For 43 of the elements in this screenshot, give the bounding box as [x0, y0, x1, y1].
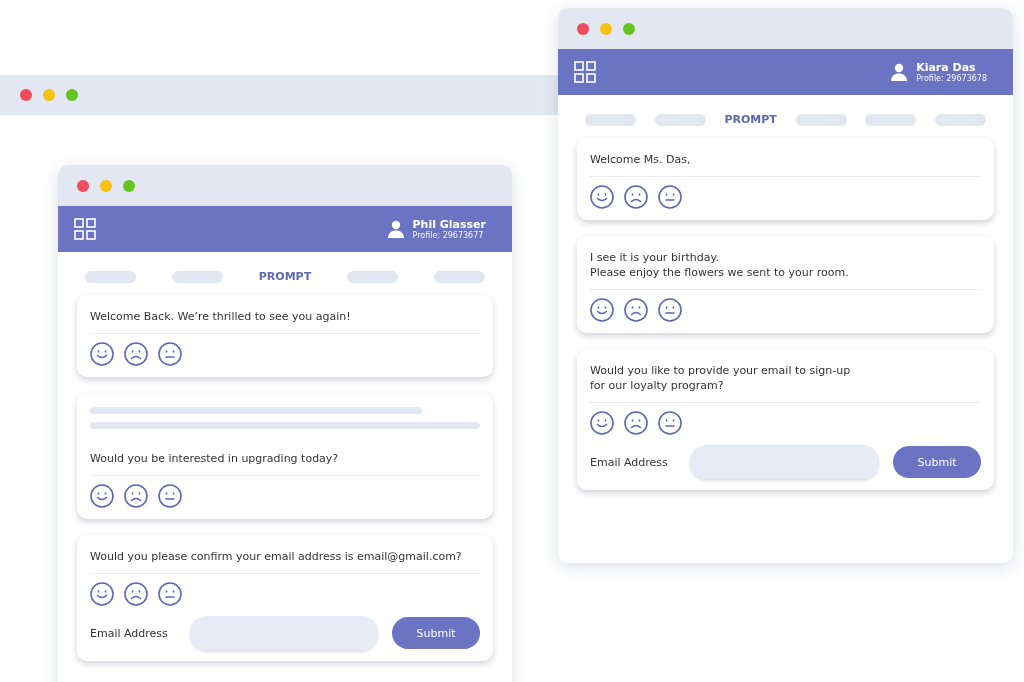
email-field[interactable]: [190, 616, 378, 650]
neutral-face-icon[interactable]: [658, 411, 682, 435]
frown-icon[interactable]: [124, 342, 148, 366]
prompt-text: Welcome Ms. Das,: [590, 148, 981, 177]
smile-icon[interactable]: [90, 342, 114, 366]
frown-icon[interactable]: [624, 298, 648, 322]
tab[interactable]: PROMPT: [724, 113, 777, 126]
frown-icon[interactable]: [124, 582, 148, 606]
window-control-icon[interactable]: [77, 179, 89, 192]
user-name: Phil Glasser: [412, 218, 486, 231]
submit-button[interactable]: Submit: [392, 617, 480, 649]
smile-icon[interactable]: [90, 484, 114, 508]
smile-icon[interactable]: [590, 298, 614, 322]
profile-id: Profile: 29673677: [412, 231, 485, 240]
neutral-face-icon[interactable]: [158, 582, 182, 606]
prompt-text: Would you like to provide your email to sign-up for our loyalty program?: [590, 359, 981, 403]
frown-icon[interactable]: [124, 484, 148, 508]
smile-icon[interactable]: [590, 411, 614, 435]
smile-icon[interactable]: [590, 185, 614, 209]
user-icon: [891, 63, 908, 81]
neutral-face-icon[interactable]: [158, 342, 182, 366]
smile-icon[interactable]: [90, 582, 114, 606]
user-name: Kiara Das: [916, 61, 977, 74]
email-label: Email Address: [590, 455, 669, 469]
frown-icon[interactable]: [624, 185, 648, 209]
user-icon: [387, 220, 404, 238]
email-label: Email Address: [90, 626, 169, 640]
window-control-icon[interactable]: [20, 89, 32, 101]
window-control-icon[interactable]: [577, 22, 589, 35]
neutral-face-icon[interactable]: [658, 298, 682, 322]
prompt-text: I see it is your birthday. Please enjoy the flowers we sent to your room.: [590, 246, 981, 290]
prompt-text: Welcome Back. We’re thrilled to see you again!: [90, 305, 480, 334]
prompt-text: Would you please confirm your email address is email@gmail.com?: [90, 545, 480, 574]
grid-icon[interactable]: [574, 61, 596, 83]
neutral-face-icon[interactable]: [658, 185, 682, 209]
submit-button[interactable]: Submit: [893, 446, 981, 478]
profile-id: Profile: 29673678: [916, 74, 987, 83]
prompt-text: Would you be interested in upgrading today?: [90, 437, 480, 476]
email-field[interactable]: [690, 445, 879, 479]
neutral-face-icon[interactable]: [158, 484, 182, 508]
tab[interactable]: PROMPT: [258, 270, 312, 283]
frown-icon[interactable]: [624, 411, 648, 435]
grid-icon[interactable]: [74, 218, 96, 240]
